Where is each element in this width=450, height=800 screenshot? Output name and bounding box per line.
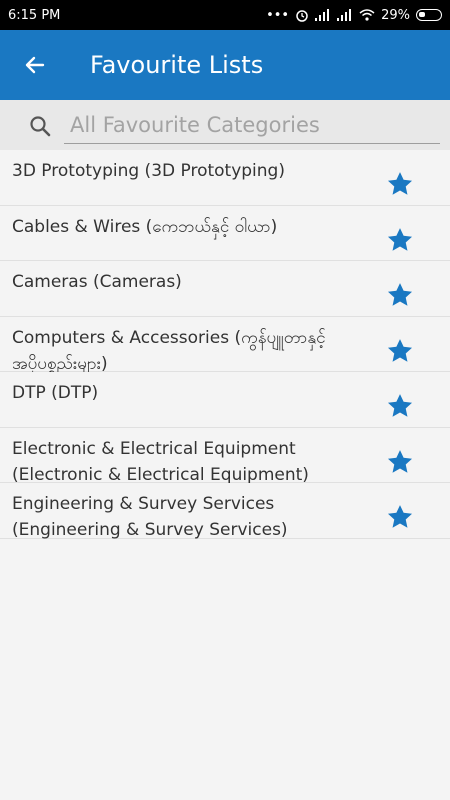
category-label: Engineering & Survey Services (Engineeri…: [12, 494, 288, 540]
search-input[interactable]: [64, 106, 440, 144]
star-icon[interactable]: [386, 337, 414, 365]
list-item[interactable]: 3D Prototyping (3D Prototyping): [0, 150, 450, 206]
list-item[interactable]: DTP (DTP): [0, 372, 450, 428]
list-item[interactable]: Computers & Accessories (ကွန်ပျူတာနှင့် …: [0, 316, 450, 374]
battery-icon: [416, 9, 442, 21]
more-dots-icon: •••: [266, 7, 290, 23]
status-icons: ••• 29%: [266, 8, 442, 23]
alarm-icon: [295, 8, 309, 22]
page-title: Favourite Lists: [90, 51, 264, 79]
back-button[interactable]: [0, 30, 70, 100]
category-label: Electronic & Electrical Equipment (Elect…: [12, 438, 309, 485]
list-item[interactable]: Electronic & Electrical Equipment (Elect…: [0, 427, 450, 485]
star-icon[interactable]: [386, 448, 414, 476]
star-icon[interactable]: [386, 281, 414, 309]
star-icon[interactable]: [386, 392, 414, 420]
category-label: DTP (DTP): [12, 383, 99, 403]
status-bar: 6:15 PM ••• 29%: [0, 0, 450, 30]
search-bar: [0, 100, 450, 150]
category-label: 3D Prototyping (3D Prototyping): [12, 161, 285, 181]
search-icon: [30, 116, 51, 137]
list-item[interactable]: Cables & Wires (ကေဘယ်နှင့် ဝါယာ): [0, 205, 450, 261]
status-time: 6:15 PM: [8, 7, 61, 23]
category-label: Cameras (Cameras): [12, 272, 182, 292]
battery-percent: 29%: [381, 7, 410, 23]
signal-icon: [315, 9, 331, 21]
list-item[interactable]: Cameras (Cameras): [0, 261, 450, 317]
category-label: Computers & Accessories (ကွန်ပျူတာနှင့် …: [12, 327, 326, 374]
category-label: Cables & Wires (ကေဘယ်နှင့် ဝါယာ): [12, 216, 278, 237]
star-icon[interactable]: [386, 170, 414, 198]
list-item[interactable]: Engineering & Survey Services (Engineeri…: [0, 483, 450, 540]
app-bar: Favourite Lists: [0, 30, 450, 100]
star-icon[interactable]: [386, 226, 414, 254]
arrow-left-icon: [25, 56, 45, 74]
signal-icon-2: [337, 9, 353, 21]
wifi-icon: [359, 9, 375, 21]
star-icon[interactable]: [386, 503, 414, 531]
favourite-category-list: 3D Prototyping (3D Prototyping) Cables & …: [0, 150, 450, 540]
